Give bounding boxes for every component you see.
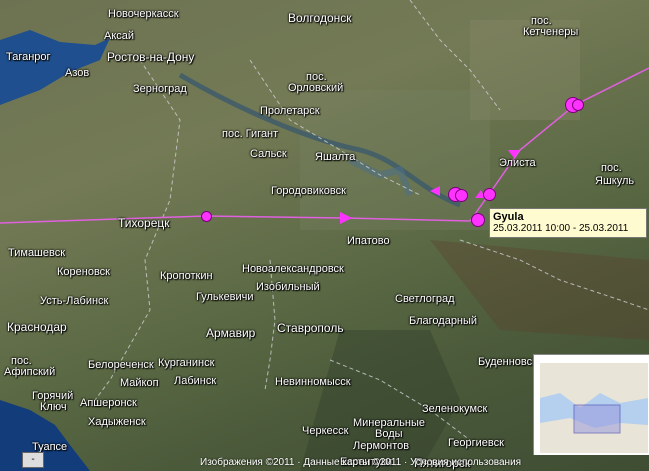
- city-label: пос. Гигант: [222, 128, 279, 140]
- city-label: Ключ: [40, 401, 67, 413]
- city-label: Курганинск: [158, 357, 215, 369]
- city-label: Изобильный: [256, 281, 320, 293]
- city-label: Азов: [65, 67, 90, 79]
- city-label: Георгиевск: [448, 437, 504, 449]
- city-label: Городовиковск: [271, 185, 346, 197]
- city-label: Орловский: [288, 82, 344, 94]
- city-label: Лермонтов: [353, 440, 410, 452]
- city-label: Тихорецк: [118, 216, 170, 230]
- city-label: Зерноград: [133, 83, 187, 95]
- track-tooltip: Gyula 25.03.2011 10:00 - 25.03.2011: [489, 208, 647, 238]
- track-marker[interactable]: [201, 211, 212, 222]
- city-label: Апшеронск: [80, 397, 137, 409]
- city-label: Аксай: [104, 30, 135, 42]
- city-label: Майкоп: [120, 377, 159, 389]
- city-label: Буденновск: [478, 356, 537, 368]
- copyright-text: Изображения ©2011 · Данные карты ©2011 ·…: [200, 457, 522, 468]
- city-label: Ростов-на-Дону: [107, 50, 195, 64]
- city-label: Пролетарск: [260, 105, 320, 117]
- track-marker[interactable]: [471, 213, 485, 227]
- zoom-control[interactable]: -: [22, 452, 44, 468]
- city-label: Белореченск: [88, 359, 154, 371]
- city-label: Тимашевск: [8, 247, 66, 259]
- city-label: Таганрог: [6, 51, 51, 63]
- city-label: Ипатово: [347, 235, 390, 247]
- track-marker[interactable]: [572, 99, 584, 111]
- overview-map[interactable]: [533, 354, 649, 455]
- city-label: Кореновск: [57, 266, 110, 278]
- city-label: Гулькевичи: [196, 291, 254, 303]
- tooltip-name: Gyula: [493, 211, 524, 223]
- city-label: пос.: [601, 162, 622, 174]
- city-label: Кропоткин: [160, 270, 213, 282]
- satellite-map[interactable]: Новочеркасск Волгодонск пос. Кетченеры А…: [0, 0, 649, 471]
- tooltip-time: 25.03.2011 10:00 - 25.03.2011: [493, 223, 629, 234]
- city-label: Ставрополь: [277, 321, 344, 335]
- city-label: Воды: [375, 428, 403, 440]
- city-label: Сальск: [250, 148, 287, 160]
- city-label: Армавир: [206, 326, 256, 340]
- city-label: Зеленокумск: [422, 403, 488, 415]
- city-label: Элиста: [499, 157, 536, 169]
- city-label: Усть-Лабинск: [40, 295, 109, 307]
- city-label: Волгодонск: [288, 11, 352, 25]
- city-label: Новоалександровск: [242, 263, 344, 275]
- city-label: Лабинск: [174, 375, 217, 387]
- city-label: Яшкуль: [595, 175, 635, 187]
- track-marker[interactable]: [483, 188, 496, 201]
- city-label: Благодарный: [409, 315, 478, 327]
- city-label: Светлоград: [395, 293, 455, 305]
- city-label: Кетченеры: [523, 26, 579, 38]
- city-label: Невинномысск: [275, 376, 351, 388]
- city-label: Хадыженск: [88, 416, 146, 428]
- city-label: Яшалта: [315, 151, 356, 163]
- city-label: Черкесск: [302, 425, 349, 437]
- overview-map-view[interactable]: [540, 363, 648, 453]
- city-label: Краснодар: [7, 320, 67, 334]
- city-label: Афипский: [4, 366, 56, 378]
- track-marker[interactable]: [455, 189, 468, 202]
- city-label: Новочеркасск: [108, 8, 179, 20]
